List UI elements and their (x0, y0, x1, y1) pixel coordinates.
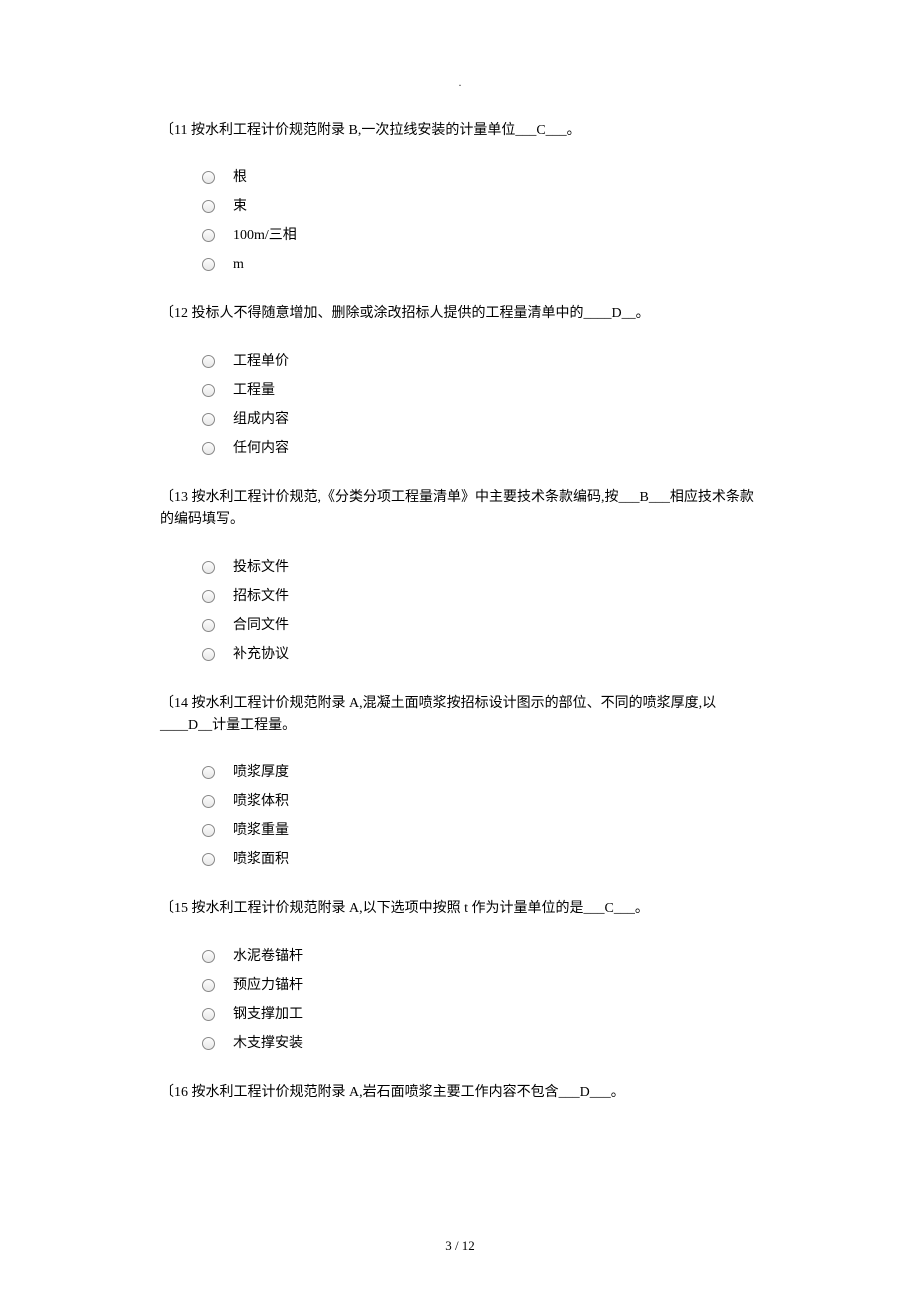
radio-icon[interactable] (202, 795, 215, 808)
option-row: 招标文件 (202, 586, 760, 607)
option-row: 木支撑安装 (202, 1033, 760, 1054)
option-row: 100m/三相 (202, 225, 760, 246)
option-row: 喷浆面积 (202, 849, 760, 870)
option-row: m (202, 254, 760, 275)
option-label: 合同文件 (233, 615, 289, 636)
option-row: 任何内容 (202, 438, 760, 459)
radio-icon[interactable] (202, 979, 215, 992)
radio-icon[interactable] (202, 258, 215, 271)
option-row: 喷浆体积 (202, 791, 760, 812)
options-list: 水泥卷锚杆 预应力锚杆 钢支撑加工 木支撑安装 (160, 946, 760, 1054)
option-label: 补充协议 (233, 644, 289, 665)
question-14: 〔14 按水利工程计价规范附录 A,混凝土面喷浆按招标设计图示的部位、不同的喷浆… (160, 693, 760, 871)
option-label: 水泥卷锚杆 (233, 946, 303, 967)
option-row: 预应力锚杆 (202, 975, 760, 996)
option-label: 钢支撑加工 (233, 1004, 303, 1025)
radio-icon[interactable] (202, 1037, 215, 1050)
header-dot: . (160, 75, 760, 90)
radio-icon[interactable] (202, 229, 215, 242)
question-text: 〔14 按水利工程计价规范附录 A,混凝土面喷浆按招标设计图示的部位、不同的喷浆… (160, 693, 760, 738)
options-list: 根 束 100m/三相 m (160, 167, 760, 275)
option-row: 合同文件 (202, 615, 760, 636)
option-label: 任何内容 (233, 438, 289, 459)
option-row: 根 (202, 167, 760, 188)
option-label: 投标文件 (233, 557, 289, 578)
option-label: 组成内容 (233, 409, 289, 430)
question-13: 〔13 按水利工程计价规范,《分类分项工程量清单》中主要技术条款编码,按___B… (160, 487, 760, 665)
option-label: 喷浆重量 (233, 820, 289, 841)
option-row: 束 (202, 196, 760, 217)
question-15: 〔15 按水利工程计价规范附录 A,以下选项中按照 t 作为计量单位的是___C… (160, 898, 760, 1053)
question-11: 〔11 按水利工程计价规范附录 B,一次拉线安装的计量单位___C___。 根 … (160, 120, 760, 275)
option-row: 喷浆重量 (202, 820, 760, 841)
radio-icon[interactable] (202, 853, 215, 866)
option-row: 喷浆厚度 (202, 762, 760, 783)
radio-icon[interactable] (202, 1008, 215, 1021)
question-text: 〔11 按水利工程计价规范附录 B,一次拉线安装的计量单位___C___。 (160, 120, 760, 142)
options-list: 工程单价 工程量 组成内容 任何内容 (160, 351, 760, 459)
radio-icon[interactable] (202, 442, 215, 455)
option-label: 喷浆面积 (233, 849, 289, 870)
option-row: 工程量 (202, 380, 760, 401)
option-label: 工程单价 (233, 351, 289, 372)
page-content: . 〔11 按水利工程计价规范附录 B,一次拉线安装的计量单位___C___。 … (0, 0, 920, 1169)
question-12: 〔12 投标人不得随意增加、删除或涂改招标人提供的工程量清单中的____D__。… (160, 303, 760, 458)
option-label: 招标文件 (233, 586, 289, 607)
question-text: 〔16 按水利工程计价规范附录 A,岩石面喷浆主要工作内容不包含___D___。 (160, 1082, 760, 1104)
question-text: 〔15 按水利工程计价规范附录 A,以下选项中按照 t 作为计量单位的是___C… (160, 898, 760, 920)
options-list: 喷浆厚度 喷浆体积 喷浆重量 喷浆面积 (160, 762, 760, 870)
radio-icon[interactable] (202, 413, 215, 426)
option-label: 喷浆厚度 (233, 762, 289, 783)
radio-icon[interactable] (202, 648, 215, 661)
question-text: 〔13 按水利工程计价规范,《分类分项工程量清单》中主要技术条款编码,按___B… (160, 487, 760, 532)
option-label: 根 (233, 167, 247, 188)
option-label: 喷浆体积 (233, 791, 289, 812)
question-text: 〔12 投标人不得随意增加、删除或涂改招标人提供的工程量清单中的____D__。 (160, 303, 760, 325)
radio-icon[interactable] (202, 561, 215, 574)
option-label: 工程量 (233, 380, 275, 401)
radio-icon[interactable] (202, 384, 215, 397)
radio-icon[interactable] (202, 590, 215, 603)
radio-icon[interactable] (202, 950, 215, 963)
option-label: 束 (233, 196, 247, 217)
radio-icon[interactable] (202, 766, 215, 779)
radio-icon[interactable] (202, 619, 215, 632)
option-label: 100m/三相 (233, 225, 297, 246)
option-row: 钢支撑加工 (202, 1004, 760, 1025)
option-label: 木支撑安装 (233, 1033, 303, 1054)
option-row: 水泥卷锚杆 (202, 946, 760, 967)
option-row: 组成内容 (202, 409, 760, 430)
option-row: 投标文件 (202, 557, 760, 578)
radio-icon[interactable] (202, 824, 215, 837)
radio-icon[interactable] (202, 171, 215, 184)
radio-icon[interactable] (202, 355, 215, 368)
options-list: 投标文件 招标文件 合同文件 补充协议 (160, 557, 760, 665)
option-row: 补充协议 (202, 644, 760, 665)
option-row: 工程单价 (202, 351, 760, 372)
radio-icon[interactable] (202, 200, 215, 213)
page-footer: 3 / 12 (0, 1238, 920, 1254)
question-16: 〔16 按水利工程计价规范附录 A,岩石面喷浆主要工作内容不包含___D___。 (160, 1082, 760, 1104)
option-label: 预应力锚杆 (233, 975, 303, 996)
option-label: m (233, 254, 244, 275)
